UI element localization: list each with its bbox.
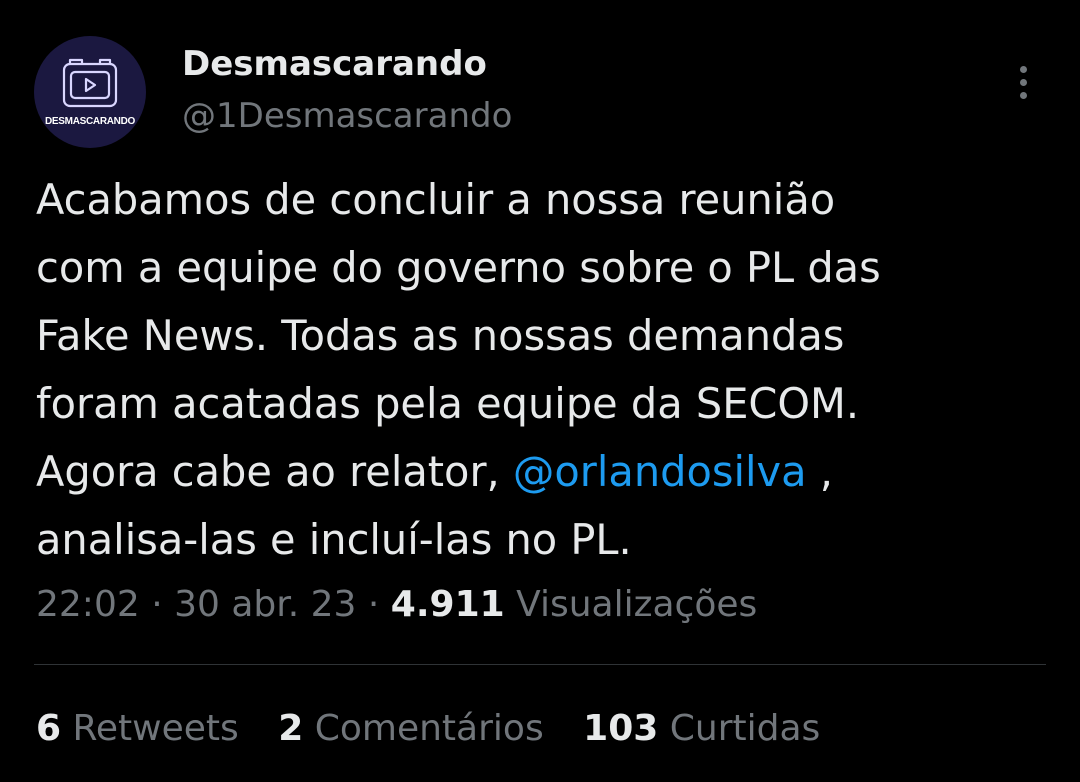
tweet-card: DESMASCARANDO Desmascarando @1Desmascara…	[0, 0, 1080, 782]
video-screen-icon	[62, 58, 118, 108]
tweet-meta: 22:02 · 30 abr. 23 · 4.911 Visualizações	[36, 584, 757, 625]
tweet-text-line: Acabamos de concluir a nossa reunião	[36, 175, 836, 224]
tweet-text: Acabamos de concluir a nossa reunião com…	[36, 166, 1046, 574]
tweet-text-line: Fake News. Todas as nossas demandas	[36, 311, 845, 360]
tweet-time[interactable]: 22:02	[36, 584, 140, 625]
comments-stat[interactable]: 2 Comentários	[278, 708, 543, 749]
tweet-text-line: com a equipe do governo sobre o PL das	[36, 243, 881, 292]
comments-count: 2	[278, 708, 304, 749]
author-display-name[interactable]: Desmascarando	[182, 44, 487, 84]
divider	[34, 664, 1046, 665]
retweets-count: 6	[36, 708, 62, 749]
tweet-text-segment: ,	[806, 447, 833, 496]
retweets-stat[interactable]: 6 Retweets	[36, 708, 239, 749]
meta-separator: ·	[139, 584, 175, 625]
mention-link[interactable]: @orlandosilva	[513, 447, 807, 496]
likes-stat[interactable]: 103 Curtidas	[583, 708, 820, 749]
comments-label: Comentários	[303, 708, 544, 749]
avatar[interactable]: DESMASCARANDO	[34, 36, 146, 148]
likes-count: 103	[583, 708, 659, 749]
avatar-logo-text: DESMASCARANDO	[45, 116, 135, 127]
author-handle[interactable]: @1Desmascarando	[182, 96, 512, 136]
views-label: Visualizações	[504, 584, 758, 625]
views-count: 4.911	[390, 584, 505, 625]
tweet-text-line: foram acatadas pela equipe da SECOM.	[36, 379, 860, 428]
tweet-text-line: Agora cabe ao relator, @orlandosilva ,	[36, 438, 1046, 506]
tweet-text-line: analisa-las e incluí-las no PL.	[36, 515, 632, 564]
tweet-text-segment: Agora cabe ao relator,	[36, 447, 500, 496]
engagement-stats: 6 Retweets 2 Comentários 103 Curtidas	[36, 708, 820, 749]
more-vertical-icon[interactable]	[1004, 60, 1044, 104]
retweets-label: Retweets	[61, 708, 239, 749]
meta-separator: ·	[356, 584, 391, 625]
likes-label: Curtidas	[658, 708, 821, 749]
tweet-date[interactable]: 30 abr. 23	[174, 584, 356, 625]
